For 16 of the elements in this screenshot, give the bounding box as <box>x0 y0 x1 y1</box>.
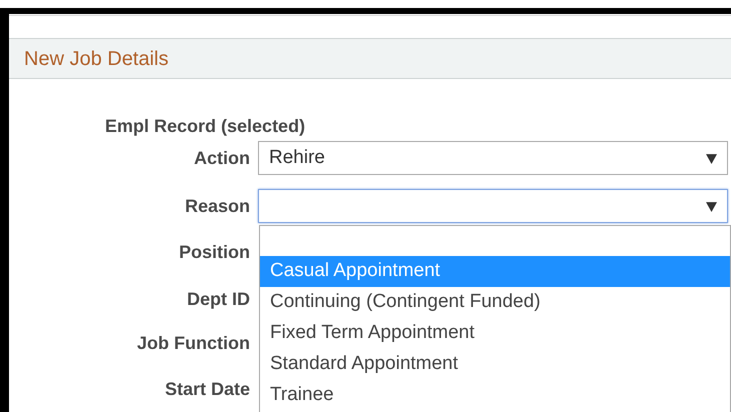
field-label: Position <box>178 241 251 264</box>
dropdown-option[interactable]: Fixed Term Appointment <box>260 318 730 349</box>
caret-icon <box>706 152 717 164</box>
dropdown-option[interactable]: Continuing (Contingent Funded) <box>260 287 730 318</box>
field-label: Job Function <box>136 332 251 355</box>
dropdown-field[interactable]: Rehire <box>258 141 728 175</box>
dropdown-option[interactable]: Standard Appointment <box>260 349 730 380</box>
field-label: Dept ID <box>186 288 251 311</box>
field-label: Start Date <box>164 378 251 401</box>
dropdown-field[interactable] <box>258 189 728 223</box>
dropdown-option[interactable]: Trainee <box>260 380 730 411</box>
field-label: Empl Record (selected) <box>105 115 306 138</box>
field-label: Reason <box>184 194 251 218</box>
section-title: New Job Details <box>24 46 169 72</box>
caret-icon <box>706 200 717 212</box>
field-label: Action <box>193 146 251 170</box>
